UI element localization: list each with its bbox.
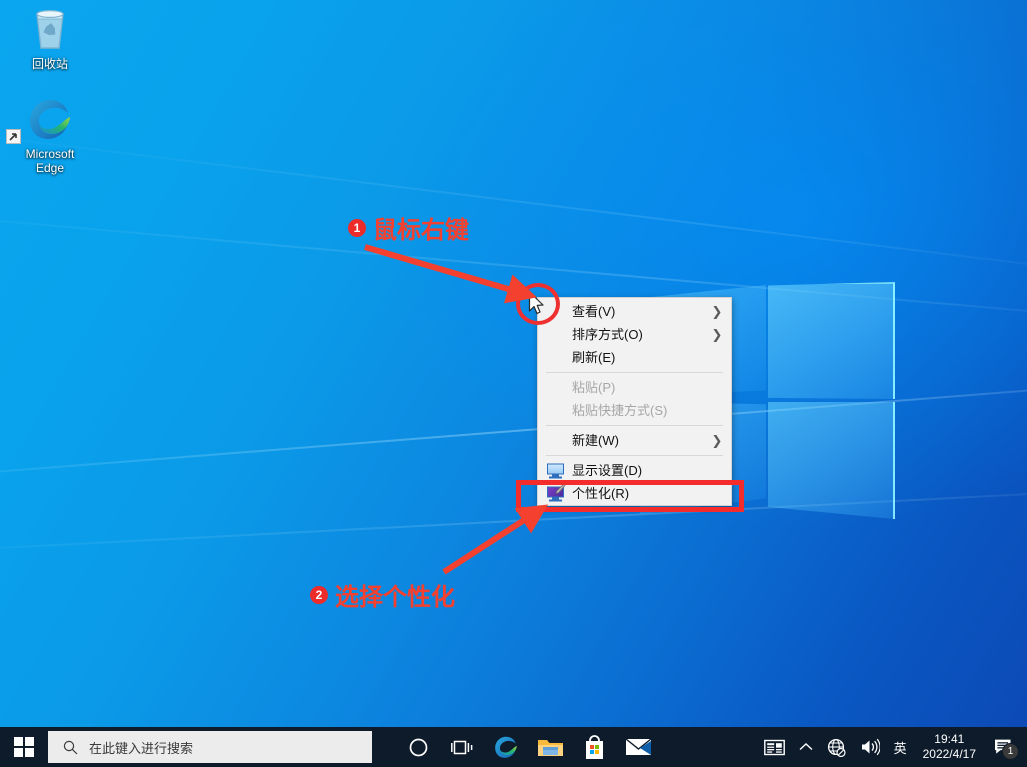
menu-separator (546, 425, 723, 426)
desktop-icon-label-line2: Edge (8, 161, 92, 175)
chevron-right-icon: ❯ (711, 300, 723, 323)
search-icon (63, 740, 78, 755)
annotation-text-1: 鼠标右键 (373, 210, 469, 245)
volume-icon (860, 738, 880, 756)
taskbar-clock[interactable]: 19:41 2022/4/17 (914, 727, 985, 767)
desktop-icon-label-line1: Microsoft (8, 147, 92, 161)
chevron-right-icon: ❯ (711, 429, 723, 452)
edge-icon (493, 734, 519, 760)
taskbar: 在此键入进行搜索 (0, 727, 1027, 767)
menu-item-display-settings[interactable]: 显示设置(D) (538, 459, 731, 482)
tray-show-hidden-icons-button[interactable] (792, 727, 820, 767)
tray-ime-indicator[interactable]: 英 (887, 727, 914, 767)
action-center-button[interactable]: 1 (985, 727, 1023, 767)
desktop-icon-label: 回收站 (8, 57, 92, 71)
tray-news-button[interactable] (757, 727, 792, 767)
start-button[interactable] (0, 727, 48, 767)
taskbar-edge-button[interactable] (484, 727, 528, 767)
clock-date: 2022/4/17 (923, 747, 976, 762)
taskbar-mail-button[interactable] (616, 727, 660, 767)
menu-item-refresh[interactable]: 刷新(E) (538, 346, 731, 369)
menu-item-personalize[interactable]: 个性化(R) (538, 482, 731, 505)
microsoft-store-icon (583, 735, 606, 760)
annotation-label-2: 2 选择个性化 (310, 577, 455, 612)
personalize-icon (547, 486, 564, 501)
start-icon (14, 737, 34, 757)
mouse-cursor (528, 291, 545, 316)
tray-network-button[interactable] (820, 727, 853, 767)
menu-item-paste-shortcut: 粘贴快捷方式(S) (538, 399, 731, 422)
chevron-right-icon: ❯ (711, 323, 723, 346)
clock-time: 19:41 (934, 732, 964, 747)
edge-icon (8, 95, 92, 143)
mail-icon (625, 737, 652, 757)
taskbar-cortana-button[interactable] (396, 727, 440, 767)
search-input[interactable]: 在此键入进行搜索 (48, 731, 372, 763)
taskbar-microsoft-store-button[interactable] (572, 727, 616, 767)
annotation-label-1: 1 鼠标右键 (348, 210, 469, 245)
chevron-up-icon (799, 742, 813, 752)
news-and-interests-icon (764, 739, 785, 756)
system-tray: 英 19:41 2022/4/17 1 (757, 727, 1027, 767)
menu-item-paste: 粘贴(P) (538, 376, 731, 399)
menu-item-view[interactable]: 查看(V) ❯ (538, 300, 731, 323)
network-globe-icon (827, 738, 846, 757)
tray-volume-button[interactable] (853, 727, 887, 767)
desktop-screen: 回收站 Mic (0, 0, 1027, 767)
desktop-icon-recycle-bin[interactable]: 回收站 (8, 5, 92, 71)
file-explorer-icon (537, 736, 564, 759)
desktop-icon-label: Microsoft Edge (8, 147, 92, 175)
recycle-bin-icon (8, 5, 92, 53)
menu-item-sort-by[interactable]: 排序方式(O) ❯ (538, 323, 731, 346)
menu-separator (546, 372, 723, 373)
desktop-wallpaper[interactable] (0, 0, 1027, 727)
task-view-icon (451, 738, 473, 757)
notification-count-badge: 1 (1002, 743, 1019, 760)
wallpaper-light-streak (0, 112, 1027, 289)
desktop-icon-microsoft-edge[interactable]: Microsoft Edge (8, 95, 92, 175)
taskbar-file-explorer-button[interactable] (528, 727, 572, 767)
menu-separator (546, 455, 723, 456)
menu-item-new[interactable]: 新建(W) ❯ (538, 429, 731, 452)
annotation-text-2: 选择个性化 (335, 577, 455, 612)
annotation-badge-1: 1 (348, 219, 366, 237)
search-placeholder: 在此键入进行搜索 (89, 738, 193, 757)
desktop-context-menu[interactable]: 查看(V) ❯ 排序方式(O) ❯ 刷新(E) 粘贴(P) 粘贴快捷方式(S) … (537, 297, 732, 506)
monitor-icon (547, 463, 564, 478)
annotation-badge-2: 2 (310, 586, 328, 604)
cortana-icon (409, 738, 428, 757)
taskbar-task-view-button[interactable] (440, 727, 484, 767)
